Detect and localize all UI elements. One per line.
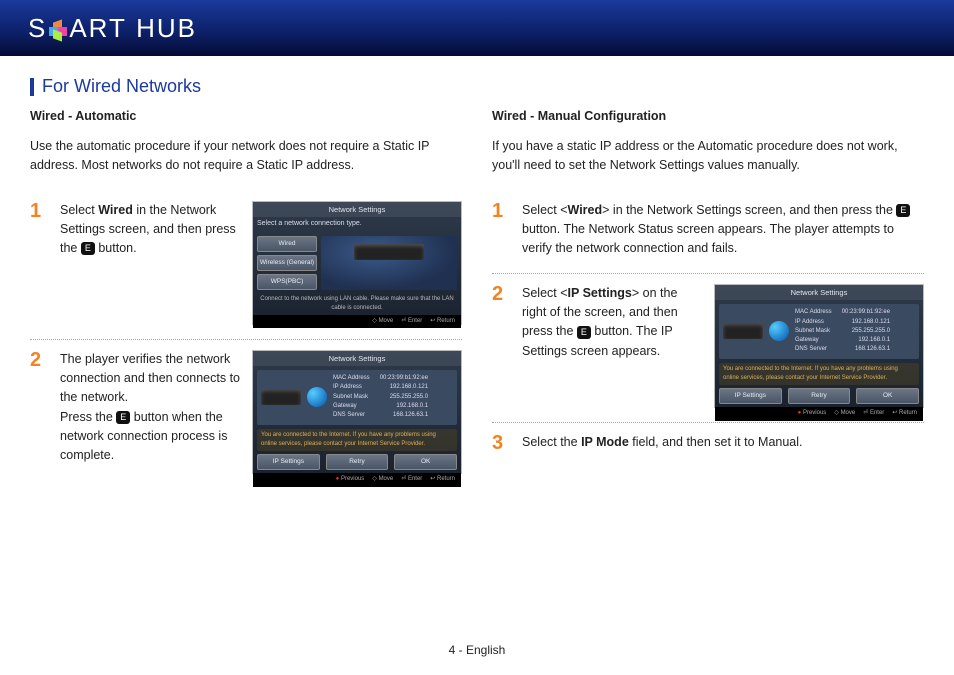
tv-info-table: MAC Address00:23:99:b1:92:ee IP Address1… [333,374,428,420]
auto-step1-text: Select Wired in the Network Settings scr… [60,201,240,325]
tv-info-panel: MAC Address00:23:99:b1:92:ee IP Address1… [257,370,457,424]
tv-footer: ● Previous ◇ Move ⏎ Enter ↩ Return [715,407,923,420]
device-icon [261,389,301,405]
manual-step-3: 3 Select the IP Mode field, and then set… [492,423,924,467]
tv-btn-ok: OK [394,454,457,470]
content-area: For Wired Networks Wired - Automatic Use… [0,56,954,488]
tv-prompt: Select a network connection type. [253,217,461,230]
step-number: 3 [492,433,510,453]
tv-btn-ipsettings: IP Settings [257,454,320,470]
cube-icon [49,21,67,39]
tv-option-wired: Wired [257,236,317,252]
enter-icon: E [116,411,130,424]
auto-step2-text: The player verifies the network connecti… [60,350,240,474]
enter-icon: E [577,326,591,339]
tv-btn-ipsettings: IP Settings [719,388,782,404]
tv-warning: You are connected to the Internet. If yo… [719,363,919,386]
step-number: 1 [30,201,48,325]
section-mark-icon [30,78,34,96]
step-number: 2 [30,350,48,474]
enter-icon: E [81,242,95,255]
tv-option-wireless: Wireless (General) [257,255,317,271]
tv-btn-retry: Retry [326,454,389,470]
tv-preview [321,236,457,290]
column-automatic: Wired - Automatic Use the automatic proc… [30,109,462,488]
globe-icon [769,321,789,341]
tv-info-panel: MAC Address00:23:99:b1:92:ee IP Address1… [719,304,919,358]
column-manual: Wired - Manual Configuration If you have… [492,109,924,488]
banner-pre: S [28,13,47,43]
manual-step2-text: Select <IP Settings> on the right of the… [522,284,702,408]
subtitle-manual: Wired - Manual Configuration [492,109,924,123]
subtitle-automatic: Wired - Automatic [30,109,462,123]
tv-footer: ◇ Move ⏎ Enter ↩ Return [253,315,461,328]
page-footer: 4 - English [0,643,954,657]
device-icon [354,244,424,260]
screenshot-ip-settings: Network Settings MAC Address00:23:99:b1:… [714,284,924,408]
tv-footer: ● Previous ◇ Move ⏎ Enter ↩ Return [253,473,461,486]
section-header: For Wired Networks [30,76,924,97]
tv-message: Connect to the network using LAN cable. … [253,294,461,315]
tv-btn-ok: OK [856,388,919,404]
tv-option-wps: WPS(PBC) [257,274,317,290]
tv-btn-retry: Retry [788,388,851,404]
screenshot-network-status: Network Settings MAC Address00:23:99:b1:… [252,350,462,474]
banner-mid: ART [69,13,127,43]
tv-title: Network Settings [253,202,461,218]
manual-step1-text: Select <Wired> in the Network Settings s… [522,201,924,259]
tv-warning: You are connected to the Internet. If yo… [257,429,457,452]
globe-icon [307,387,327,407]
section-title: For Wired Networks [42,76,201,97]
intro-manual: If you have a static IP address or the A… [492,137,924,175]
auto-step-2: 2 The player verifies the network connec… [30,340,462,488]
banner-post: HUB [136,13,197,43]
tv-info-table: MAC Address00:23:99:b1:92:ee IP Address1… [795,308,890,354]
auto-step-1: 1 Select Wired in the Network Settings s… [30,191,462,340]
manual-step-1: 1 Select <Wired> in the Network Settings… [492,191,924,274]
enter-icon: E [896,204,910,217]
banner-title: S ART HUB [28,13,197,44]
tv-title: Network Settings [715,285,923,301]
step-number: 2 [492,284,510,408]
intro-automatic: Use the automatic procedure if your netw… [30,137,462,175]
manual-step-2: 2 Select <IP Settings> on the right of t… [492,274,924,423]
page-banner: S ART HUB [0,0,954,56]
screenshot-network-type: Network Settings Select a network connec… [252,201,462,325]
tv-title: Network Settings [253,351,461,367]
manual-step3-text: Select the IP Mode field, and then set i… [522,433,924,453]
step-number: 1 [492,201,510,259]
device-icon [723,323,763,339]
